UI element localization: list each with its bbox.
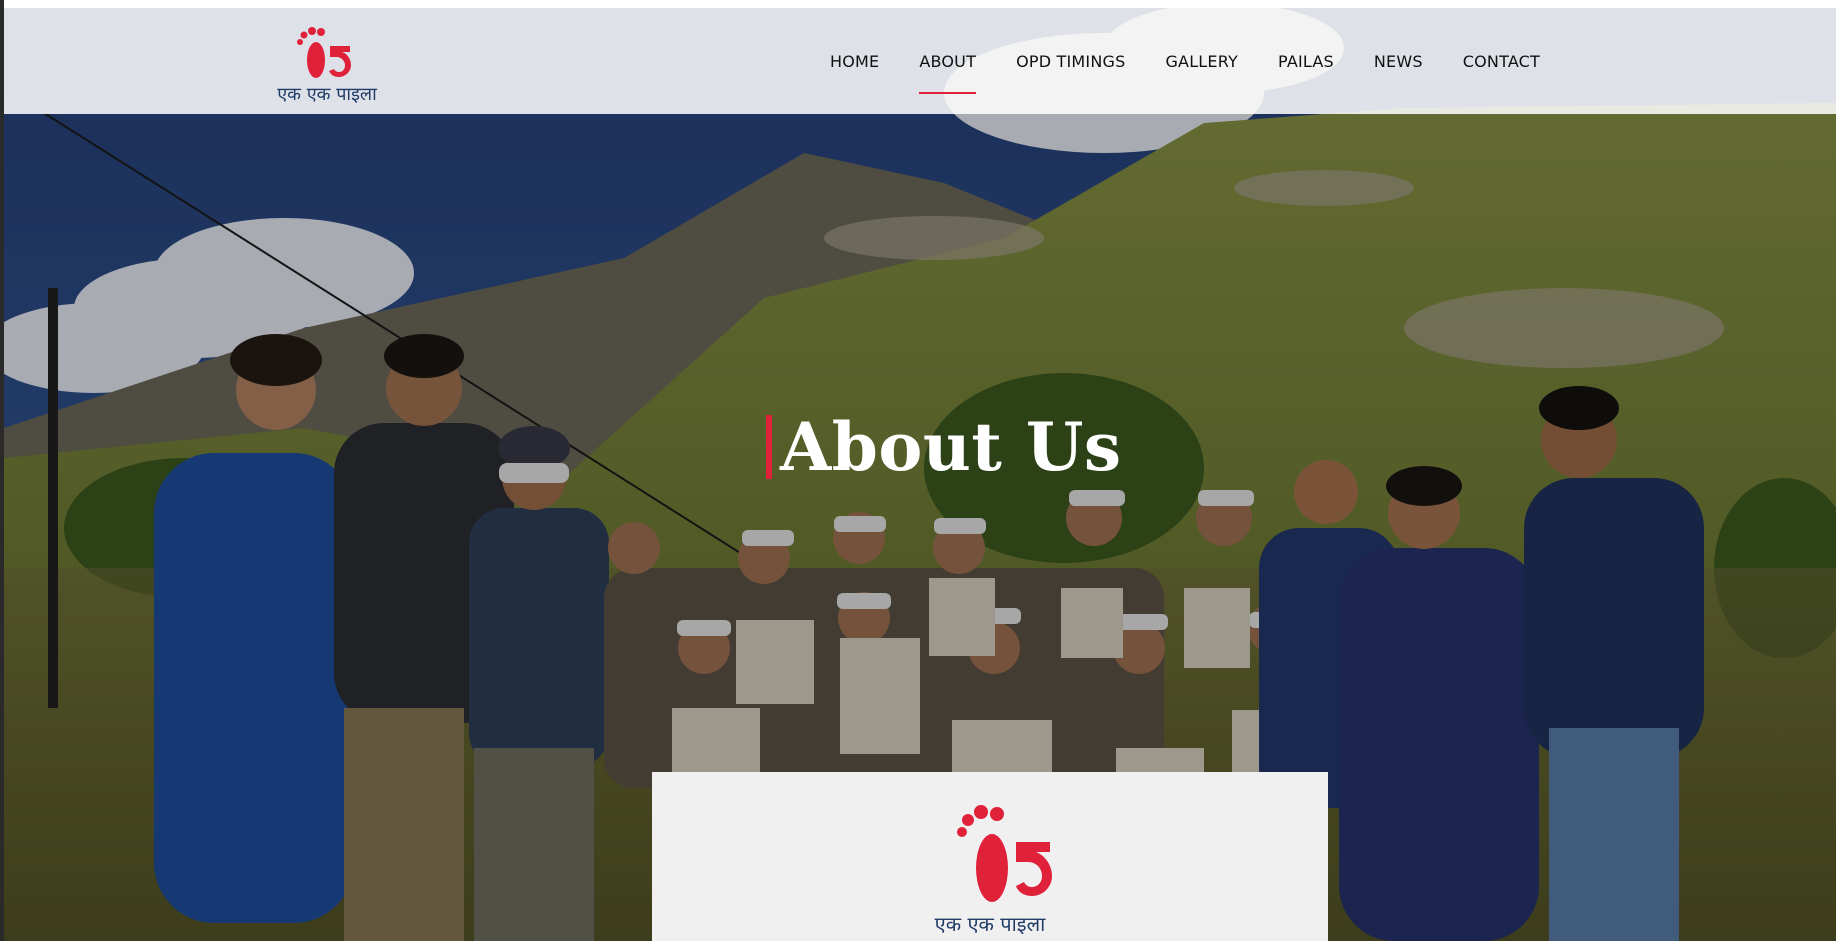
title-accent-bar — [766, 415, 772, 479]
site-logo[interactable]: एक एक पाइला — [272, 26, 382, 106]
hero-banner: एक एक पाइला — [652, 772, 1328, 941]
top-gap — [0, 0, 1836, 8]
nav-pailas[interactable]: PAILAS — [1278, 52, 1334, 71]
top-navbar: एक एक पाइला HOME ABOUT OPD TIMINGS GALLE… — [4, 8, 1836, 114]
logo-text: एक एक पाइला — [277, 84, 377, 105]
nav-home[interactable]: HOME — [830, 52, 879, 71]
main-nav: HOME ABOUT OPD TIMINGS GALLERY PAILAS NE… — [830, 8, 1580, 114]
banner-caption: एक एक पाइला — [934, 912, 1046, 936]
page: एक एक पाइला एक एक पाइला HOME ABOUT OPD T… — [0, 0, 1836, 941]
nav-about[interactable]: ABOUT — [919, 52, 976, 94]
footprint-logo-icon — [957, 805, 1052, 902]
hero-title-wrap: About Us — [766, 408, 1122, 486]
nav-contact[interactable]: CONTACT — [1463, 52, 1540, 71]
footprint-logo-icon — [297, 27, 351, 78]
nav-news[interactable]: NEWS — [1374, 52, 1423, 71]
left-edge — [0, 0, 4, 941]
nav-gallery[interactable]: GALLERY — [1165, 52, 1238, 71]
page-title: About Us — [780, 408, 1122, 486]
nav-opd-timings[interactable]: OPD TIMINGS — [1016, 52, 1125, 71]
